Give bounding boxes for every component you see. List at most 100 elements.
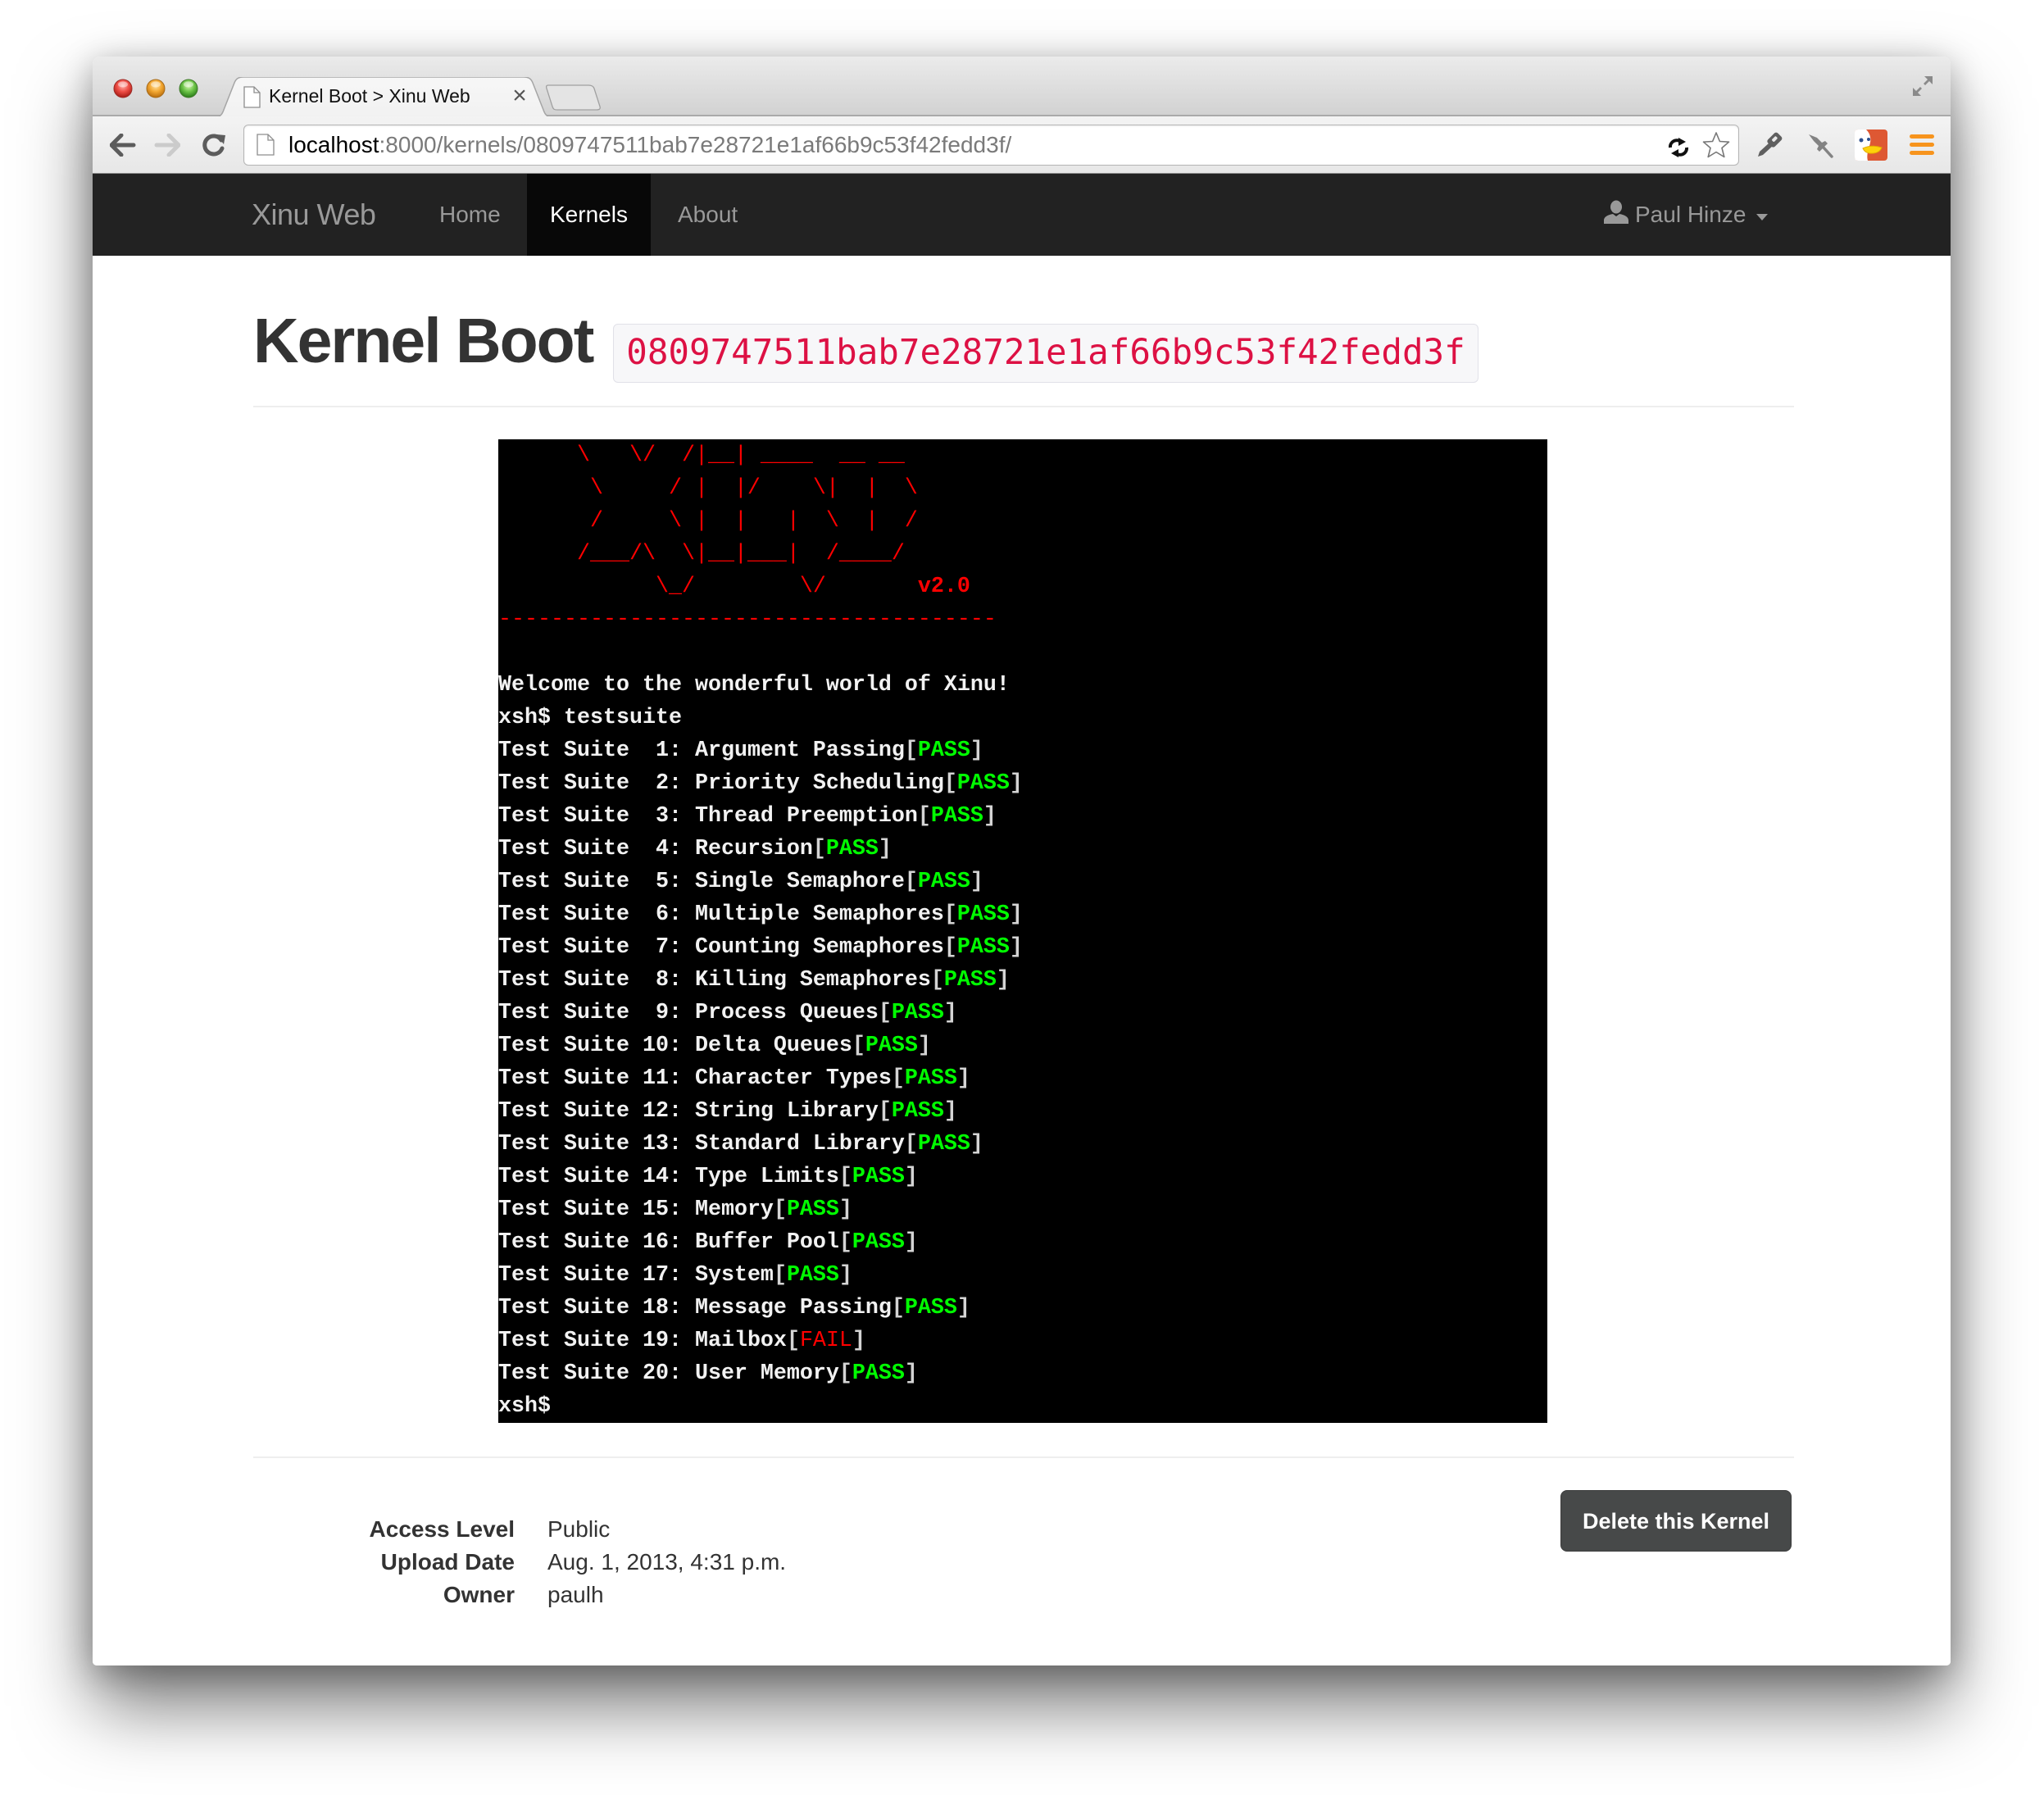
test-label: Test Suite 19: — [498, 1329, 695, 1353]
shell-prompt: xsh$ — [498, 1394, 551, 1419]
tab-close-icon[interactable]: × — [510, 84, 529, 108]
test-result-line: Test Suite 1: Argument Passing[PASS] — [498, 734, 1547, 767]
logo-line: / \ | | | \ | / — [498, 509, 918, 534]
forward-arrow-icon[interactable] — [154, 134, 180, 157]
open-bracket: [ — [838, 1230, 852, 1255]
close-bracket: ] — [1009, 935, 1023, 960]
test-name: Counting Semaphores — [694, 935, 944, 960]
test-label: Test Suite 2: — [498, 771, 695, 796]
kernel-details: Access Level Public Upload Date Aug. 1, … — [253, 1513, 991, 1611]
back-arrow-icon[interactable] — [110, 134, 136, 157]
test-status-pass: PASS — [917, 1132, 970, 1157]
welcome-line: Welcome to the wonderful world of Xinu! — [498, 673, 1010, 698]
test-status-pass: PASS — [852, 1361, 905, 1386]
open-bracket: [ — [773, 1197, 787, 1222]
test-result-line: Test Suite 14: Type Limits[PASS] — [498, 1161, 1547, 1193]
open-bracket: [ — [773, 1263, 787, 1288]
test-name: Standard Library — [694, 1132, 905, 1157]
test-name: Priority Scheduling — [694, 771, 944, 796]
close-bracket: ] — [878, 837, 892, 861]
test-status-pass: PASS — [904, 1066, 957, 1091]
test-result-line: Test Suite 11: Character Types[PASS] — [498, 1062, 1547, 1095]
url-host: localhost — [288, 132, 379, 157]
test-status-pass: PASS — [904, 1296, 957, 1320]
close-bracket: ] — [970, 870, 983, 894]
test-label: Test Suite 8: — [498, 968, 695, 993]
address-bar[interactable]: localhost:8000/kernels/0809747511bab7e28… — [243, 125, 1739, 166]
logo-line-text: \_/ \/ — [498, 575, 918, 599]
close-bracket: ] — [904, 1165, 918, 1189]
close-bracket: ] — [1009, 902, 1023, 927]
test-label: Test Suite 17: — [498, 1263, 695, 1288]
close-bracket: ] — [1009, 771, 1023, 796]
close-bracket: ] — [956, 1296, 970, 1320]
page-title: Kernel Boot — [253, 306, 594, 376]
test-results: Test Suite 1: Argument Passing[PASS] Test… — [498, 734, 1547, 1390]
test-status-pass: PASS — [891, 1099, 944, 1124]
open-bracket: [ — [891, 1296, 905, 1320]
navbar: Xinu Web Home Kernels About Paul Hinze — [93, 174, 1951, 256]
sync-icon[interactable] — [1666, 138, 1691, 157]
test-label: Test Suite 3: — [498, 804, 695, 829]
detail-row-upload-date: Upload Date Aug. 1, 2013, 4:31 p.m. — [253, 1546, 991, 1579]
test-result-line: Test Suite 16: Buffer Pool[PASS] — [498, 1226, 1547, 1259]
test-result-line: Test Suite 5: Single Semaphore[PASS] — [498, 866, 1547, 898]
nav-about[interactable]: About — [655, 174, 761, 256]
user-menu-dropdown[interactable]: Paul Hinze — [1602, 174, 1783, 256]
test-label: Test Suite 10: — [498, 1034, 695, 1058]
url-path: :8000/kernels/0809747511bab7e28721e1af66… — [379, 132, 1012, 157]
test-result-line: Test Suite 8: Killing Semaphores[PASS] — [498, 964, 1547, 997]
browser-window: Kernel Boot > Xinu Web × localhost:8000/… — [93, 57, 1951, 1665]
open-bracket: [ — [878, 1099, 892, 1124]
new-tab-button[interactable] — [546, 84, 602, 111]
nav-kernels[interactable]: Kernels — [527, 174, 651, 256]
open-bracket: [ — [930, 968, 944, 993]
test-name: Process Queues — [694, 1001, 879, 1025]
menu-icon[interactable] — [1910, 134, 1934, 156]
test-label: Test Suite 16: — [498, 1230, 695, 1255]
test-name: Recursion — [694, 837, 813, 861]
delete-kernel-button[interactable]: Delete this Kernel — [1560, 1490, 1792, 1552]
close-light-icon[interactable] — [113, 79, 133, 98]
test-status-pass: PASS — [917, 870, 970, 894]
close-bracket: ] — [983, 804, 997, 829]
open-bracket: [ — [904, 738, 918, 763]
version-label: v2.0 — [917, 575, 970, 599]
zoom-light-icon[interactable] — [179, 79, 198, 98]
test-result-line: Test Suite 15: Memory[PASS] — [498, 1193, 1547, 1226]
minimize-light-icon[interactable] — [146, 79, 166, 98]
fullscreen-icon[interactable] — [1911, 75, 1934, 98]
reload-icon[interactable] — [202, 133, 226, 157]
test-result-line: Test Suite 17: System[PASS] — [498, 1259, 1547, 1292]
bookmark-star-icon[interactable] — [1702, 131, 1730, 159]
test-name: Multiple Semaphores — [694, 902, 944, 927]
detail-value: Aug. 1, 2013, 4:31 p.m. — [547, 1549, 787, 1575]
url-text[interactable]: localhost:8000/kernels/0809747511bab7e28… — [288, 125, 1011, 165]
tab-title: Kernel Boot > Xinu Web — [269, 85, 470, 107]
brand-link[interactable]: Xinu Web — [252, 174, 376, 256]
shell-command: testsuite — [564, 706, 682, 730]
test-result-line: Test Suite 20: User Memory[PASS] — [498, 1357, 1547, 1390]
test-result-line: Test Suite 3: Thread Preemption[PASS] — [498, 800, 1547, 833]
close-bracket: ] — [943, 1001, 957, 1025]
test-name: Argument Passing — [694, 738, 905, 763]
duckduckgo-icon[interactable] — [1855, 130, 1887, 161]
test-status-pass: PASS — [930, 804, 983, 829]
test-name: System — [694, 1263, 774, 1288]
key-icon[interactable] — [1756, 131, 1785, 159]
test-name: Buffer Pool — [694, 1230, 839, 1255]
open-bracket: [ — [943, 935, 957, 960]
test-status-pass: PASS — [852, 1165, 905, 1189]
tab-strip: Kernel Boot > Xinu Web × — [93, 57, 1951, 118]
test-status-pass: PASS — [786, 1263, 839, 1288]
page-icon — [257, 134, 275, 156]
nav-home[interactable]: Home — [416, 174, 524, 256]
test-name: Character Types — [694, 1066, 892, 1091]
pin-icon[interactable] — [1806, 132, 1833, 158]
close-bracket: ] — [956, 1066, 970, 1091]
close-bracket: ] — [970, 1132, 983, 1157]
detail-row-access-level: Access Level Public — [253, 1513, 991, 1546]
open-bracket: [ — [943, 902, 957, 927]
page-icon — [243, 86, 261, 108]
